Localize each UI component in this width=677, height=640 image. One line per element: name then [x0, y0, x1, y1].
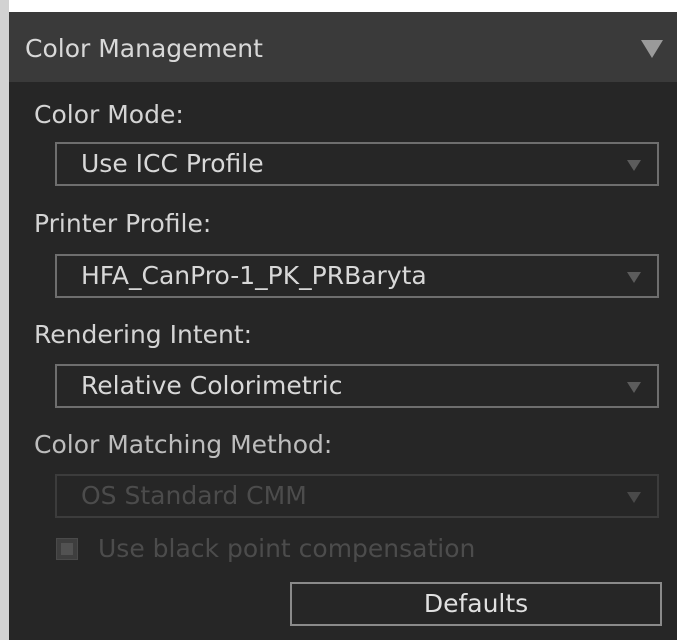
chevron-down-icon [627, 382, 641, 393]
printer-profile-select[interactable]: HFA_CanPro-1_PK_PRBaryta [55, 254, 659, 298]
black-point-compensation-label: Use black point compensation [98, 534, 476, 563]
scrollbar[interactable] [0, 0, 9, 640]
rendering-intent-value: Relative Colorimetric [81, 371, 343, 400]
rendering-intent-label: Rendering Intent: [34, 320, 253, 349]
color-mode-value: Use ICC Profile [81, 149, 264, 178]
chevron-down-icon [627, 272, 641, 283]
color-matching-method-value: OS Standard CMM [81, 481, 307, 510]
printer-profile-value: HFA_CanPro-1_PK_PRBaryta [81, 261, 427, 290]
panel-title: Color Management [25, 34, 263, 63]
color-management-panel: Color Management Color Mode: Use ICC Pro… [9, 12, 677, 640]
color-matching-method-select[interactable]: OS Standard CMM [55, 474, 659, 518]
color-matching-method-label: Color Matching Method: [34, 430, 333, 459]
printer-profile-label: Printer Profile: [34, 209, 212, 238]
rendering-intent-select[interactable]: Relative Colorimetric [55, 364, 659, 408]
black-point-compensation-checkbox[interactable] [56, 538, 78, 560]
triangle-down-icon[interactable] [641, 40, 663, 58]
defaults-button[interactable]: Defaults [290, 582, 662, 626]
color-mode-select[interactable]: Use ICC Profile [55, 142, 659, 186]
chevron-down-icon [627, 160, 641, 171]
chevron-down-icon [627, 492, 641, 503]
panel-header[interactable]: Color Management [9, 12, 677, 82]
color-mode-label: Color Mode: [34, 100, 184, 129]
